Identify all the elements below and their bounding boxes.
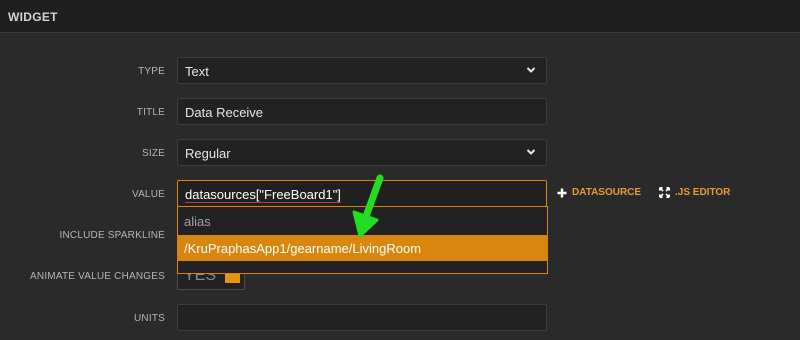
value-input-text: datasources["FreeBoard1"] xyxy=(185,187,341,202)
expand-icon xyxy=(659,187,670,198)
header-title: WIDGET xyxy=(8,10,58,24)
js-editor-button[interactable]: .JS EDITOR xyxy=(659,187,730,198)
size-label: SIZE xyxy=(141,148,165,159)
title-input-value: Data Receive xyxy=(185,105,264,120)
datasource-label: DATASOURCE xyxy=(572,187,642,198)
units-input[interactable] xyxy=(177,304,547,331)
title-label: TITLE xyxy=(136,107,165,118)
annotation-arrow-icon xyxy=(352,174,384,238)
plus-icon xyxy=(557,188,567,197)
title-input[interactable]: Data Receive xyxy=(177,98,547,125)
type-select[interactable]: Text xyxy=(177,57,547,84)
chevron-down-icon xyxy=(526,67,536,73)
autocomplete-item-label: alias xyxy=(184,214,211,229)
autocomplete-item-label: /KruPraphasApp1/gearname/LivingRoom xyxy=(184,241,422,256)
type-label: TYPE xyxy=(138,66,165,77)
size-select-value: Regular xyxy=(185,146,231,161)
sparkline-label: INCLUDE SPARKLINE xyxy=(59,230,165,241)
js-editor-label: .JS EDITOR xyxy=(675,187,731,198)
size-select[interactable]: Regular xyxy=(177,139,547,166)
type-select-value: Text xyxy=(185,64,209,79)
units-label: UNITS xyxy=(134,313,165,324)
value-label: VALUE xyxy=(131,189,165,200)
add-datasource-button[interactable]: DATASOURCE xyxy=(557,187,641,198)
chevron-down-icon xyxy=(526,149,536,155)
widget-header: WIDGET xyxy=(0,0,800,33)
animate-label: ANIMATE VALUE CHANGES xyxy=(30,271,165,282)
